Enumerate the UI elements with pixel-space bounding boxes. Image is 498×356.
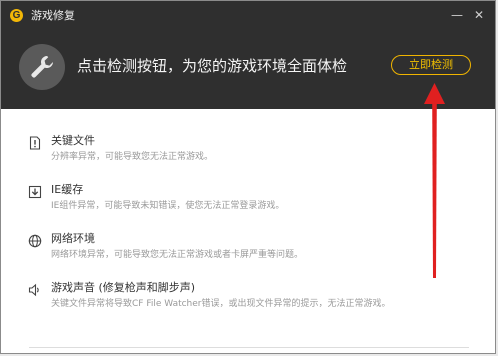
speaker-icon <box>28 283 39 297</box>
window-title: 游戏修复 <box>31 9 75 22</box>
download-icon <box>28 185 42 199</box>
list-item: IE缓存 IE组件异常，可能导致未知错误，使您无法正常登录游戏。 <box>1 180 495 226</box>
list-item: 游戏声音 (修复枪声和脚步声) 关键文件异常将导致CF File Watcher… <box>1 278 495 324</box>
game-repair-window: G 游戏修复 — ✕ 点击检测按钮，为您的游戏环境全面体检 立即检测 关键文件 … <box>0 0 496 354</box>
headline-text: 点击检测按钮，为您的游戏环境全面体检 <box>77 57 348 75</box>
minimize-button[interactable]: — <box>449 7 465 23</box>
close-button[interactable]: ✕ <box>471 7 487 23</box>
title-bar: G 游戏修复 — ✕ <box>1 1 495 31</box>
list-item: 关键文件 分辨率异常，可能导致您无法正常游戏。 <box>1 131 495 177</box>
item-name: 网络环境 <box>51 232 95 245</box>
item-name: IE缓存 <box>51 183 84 196</box>
header-banner: 点击检测按钮，为您的游戏环境全面体检 立即检测 <box>1 31 495 109</box>
globe-icon <box>28 234 42 248</box>
detect-now-button[interactable]: 立即检测 <box>391 55 471 75</box>
list-item: 网络环境 网络环境异常，可能导致您无法正常游戏或者卡屏严重等问题。 <box>1 229 495 275</box>
app-logo-icon: G <box>10 9 23 22</box>
footer-divider <box>29 347 469 348</box>
item-description: 网络环境异常，可能导致您无法正常游戏或者卡屏严重等问题。 <box>51 250 304 260</box>
item-description: IE组件异常，可能导致未知错误，使您无法正常登录游戏。 <box>51 201 285 211</box>
warning-file-icon <box>29 136 41 150</box>
item-description: 关键文件异常将导致CF File Watcher错误，或出现文件异常的提示，无法… <box>51 299 391 309</box>
item-name: 关键文件 <box>51 134 95 147</box>
item-description: 分辨率异常，可能导致您无法正常游戏。 <box>51 152 214 162</box>
item-name: 游戏声音 (修复枪声和脚步声) <box>51 281 196 294</box>
wrench-icon <box>19 44 65 90</box>
